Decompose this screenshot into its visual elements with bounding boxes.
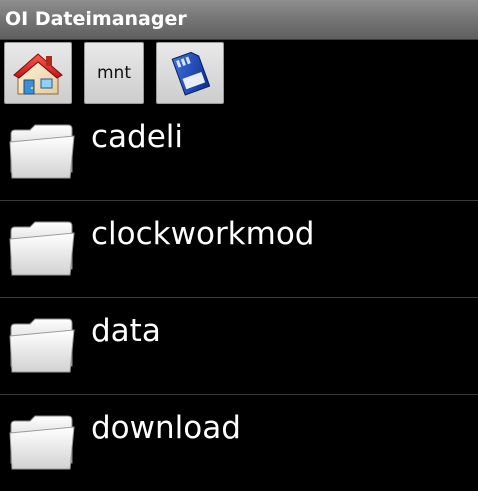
- list-item[interactable]: cadeli: [0, 104, 478, 201]
- file-name: clockworkmod: [91, 216, 315, 252]
- sdcard-button[interactable]: [156, 42, 224, 104]
- folder-icon: [9, 221, 75, 276]
- path-toolbar: mnt: [0, 40, 478, 108]
- file-name: data: [91, 313, 161, 349]
- list-item[interactable]: data: [0, 298, 478, 395]
- mnt-path-button[interactable]: mnt: [84, 42, 144, 104]
- title-bar: OI Dateimanager: [0, 0, 478, 40]
- mnt-path-label: mnt: [97, 63, 131, 83]
- home-icon: [13, 53, 63, 95]
- file-name: cadeli: [91, 119, 184, 155]
- folder-icon: [9, 124, 75, 179]
- folder-icon: [9, 318, 75, 373]
- file-name: download: [91, 410, 241, 446]
- home-button[interactable]: [4, 42, 72, 104]
- list-item[interactable]: clockworkmod: [0, 201, 478, 298]
- list-item[interactable]: download: [0, 395, 478, 491]
- sdcard-icon: [171, 51, 210, 96]
- file-list: cadeli clockworkmod data download: [0, 104, 478, 491]
- app-title: OI Dateimanager: [5, 8, 187, 30]
- folder-icon: [9, 415, 75, 470]
